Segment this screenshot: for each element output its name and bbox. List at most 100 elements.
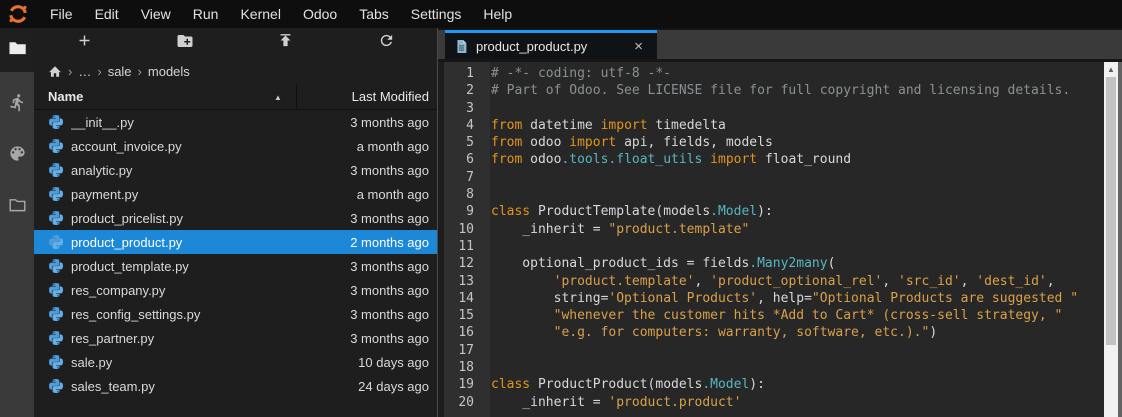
- line-content: _inherit = 'product.product': [482, 395, 741, 410]
- menu-bar: File Edit View Run Kernel Odoo Tabs Sett…: [0, 0, 1122, 28]
- line-content: from odoo import api, fields, models: [482, 135, 773, 150]
- sidebar-tab-command-palette[interactable]: [0, 139, 34, 173]
- code-line[interactable]: 20 _inherit = 'product.product': [444, 394, 1104, 411]
- editor-scrollbar[interactable]: ▲: [1104, 62, 1118, 417]
- file-modified: 3 months ago: [350, 331, 429, 346]
- python-file-icon: [48, 258, 64, 274]
- menu-item-tabs[interactable]: Tabs: [348, 0, 400, 28]
- python-file-icon: [48, 234, 64, 250]
- code-line[interactable]: 7: [444, 169, 1104, 186]
- line-content: [482, 239, 491, 254]
- menu-item-view[interactable]: View: [130, 0, 182, 28]
- tab-title: product_product.py: [476, 39, 587, 54]
- column-header-name[interactable]: Name: [48, 84, 83, 110]
- code-line[interactable]: 1# -*- coding: utf-8 -*-: [444, 65, 1104, 82]
- tab-bar: product_product.py ×: [438, 28, 1122, 62]
- line-number: 9: [444, 203, 482, 220]
- file-name: sale.py: [71, 355, 358, 370]
- menu-item-help[interactable]: Help: [472, 0, 523, 28]
- file-modified: 10 days ago: [358, 355, 429, 370]
- code-line[interactable]: 3: [444, 100, 1104, 117]
- code-line[interactable]: 6from odoo.tools.float_utils import floa…: [444, 151, 1104, 168]
- plus-icon: [76, 32, 93, 54]
- menu-item-kernel[interactable]: Kernel: [229, 0, 291, 28]
- folder-icon: [8, 39, 27, 61]
- line-number: 19: [444, 376, 482, 393]
- file-name: analytic.py: [71, 163, 350, 178]
- code-line[interactable]: 19class ProductProduct(models.Model):: [444, 376, 1104, 393]
- line-number: 15: [444, 307, 482, 324]
- code-line[interactable]: 9class ProductTemplate(models.Model):: [444, 203, 1104, 220]
- line-number: 12: [444, 255, 482, 272]
- code-line[interactable]: 10 _inherit = "product.template": [444, 221, 1104, 238]
- tab-close-icon[interactable]: ×: [630, 37, 647, 56]
- sidebar-tab-file-browser[interactable]: [0, 28, 34, 72]
- file-row[interactable]: account_invoice.py a month ago: [34, 134, 437, 158]
- editor-panel: product_product.py × 1# -*- coding: utf-…: [438, 28, 1122, 417]
- breadcrumb-models[interactable]: models: [148, 64, 190, 79]
- breadcrumb-sale[interactable]: sale: [108, 64, 132, 79]
- file-row[interactable]: res_config_settings.py 3 months ago: [34, 302, 437, 326]
- folder-outline-icon: [8, 196, 27, 218]
- file-row[interactable]: product_pricelist.py 3 months ago: [34, 206, 437, 230]
- file-row[interactable]: product_product.py 2 months ago: [34, 230, 437, 254]
- file-modified: a month ago: [357, 139, 429, 154]
- new-launcher-button[interactable]: [34, 28, 135, 58]
- file-modified: 3 months ago: [350, 259, 429, 274]
- menu-item-run[interactable]: Run: [182, 0, 230, 28]
- new-folder-button[interactable]: [135, 28, 236, 58]
- scrollbar-thumb[interactable]: [1106, 77, 1116, 345]
- code-line[interactable]: 4from datetime import timedelta: [444, 117, 1104, 134]
- file-name: sales_team.py: [71, 379, 358, 394]
- file-row[interactable]: analytic.py 3 months ago: [34, 158, 437, 182]
- tab-product-product-py[interactable]: product_product.py ×: [445, 30, 657, 59]
- code-line[interactable]: 17: [444, 342, 1104, 359]
- upload-button[interactable]: [236, 28, 337, 58]
- file-row[interactable]: res_company.py 3 months ago: [34, 278, 437, 302]
- code-line[interactable]: 18: [444, 359, 1104, 376]
- menu-item-settings[interactable]: Settings: [400, 0, 473, 28]
- refresh-button[interactable]: [336, 28, 437, 58]
- file-name: payment.py: [71, 187, 357, 202]
- breadcrumb: › … › sale › models: [34, 58, 437, 84]
- python-file-icon: [48, 330, 64, 346]
- code-line[interactable]: 11: [444, 238, 1104, 255]
- line-number: 17: [444, 342, 482, 359]
- python-file-icon: [48, 210, 64, 226]
- menu-item-odoo[interactable]: Odoo: [292, 0, 348, 28]
- file-row[interactable]: product_template.py 3 months ago: [34, 254, 437, 278]
- file-row[interactable]: res_partner.py 3 months ago: [34, 326, 437, 350]
- code-editor[interactable]: 1# -*- coding: utf-8 -*-2# Part of Odoo.…: [438, 62, 1122, 417]
- code-line[interactable]: 16 "e.g. for computers: warranty, softwa…: [444, 324, 1104, 341]
- home-icon[interactable]: [48, 65, 62, 78]
- sidebar-tab-running-sessions[interactable]: [0, 88, 34, 122]
- code-line[interactable]: 12 optional_product_ids = fields.Many2ma…: [444, 255, 1104, 272]
- column-header-last-modified[interactable]: Last Modified: [352, 84, 429, 110]
- code-line[interactable]: 2# Part of Odoo. See LICENSE file for fu…: [444, 82, 1104, 99]
- file-row[interactable]: payment.py a month ago: [34, 182, 437, 206]
- line-content: [482, 343, 491, 358]
- file-row[interactable]: sale.py 10 days ago: [34, 350, 437, 374]
- code-line[interactable]: 5from odoo import api, fields, models: [444, 134, 1104, 151]
- line-number: 4: [444, 117, 482, 134]
- file-name: res_company.py: [71, 283, 350, 298]
- line-content: from datetime import timedelta: [482, 118, 726, 133]
- file-name: res_partner.py: [71, 331, 350, 346]
- code-line[interactable]: 14 string='Optional Products', help="Opt…: [444, 290, 1104, 307]
- menu-item-file[interactable]: File: [39, 0, 84, 28]
- line-number: 5: [444, 134, 482, 151]
- menu-item-edit[interactable]: Edit: [84, 0, 130, 28]
- file-browser-toolbar: [34, 28, 437, 58]
- file-row[interactable]: sales_team.py 24 days ago: [34, 374, 437, 398]
- code-line[interactable]: 15 "whenever the customer hits *Add to C…: [444, 307, 1104, 324]
- line-number: 3: [444, 100, 482, 117]
- code-line[interactable]: 13 'product.template', 'product_optional…: [444, 273, 1104, 290]
- file-modified: 3 months ago: [350, 115, 429, 130]
- code-line[interactable]: 8: [444, 186, 1104, 203]
- scrollbar-up-arrow-icon[interactable]: ▲: [1104, 62, 1118, 76]
- sidebar-tab-open-tabs[interactable]: [0, 190, 34, 224]
- line-content: 'product.template', 'product_optional_re…: [482, 274, 1055, 289]
- file-row[interactable]: __init__.py 3 months ago: [34, 110, 437, 134]
- breadcrumb-ellipsis[interactable]: …: [78, 64, 91, 79]
- line-content: string='Optional Products', help="Option…: [482, 291, 1078, 306]
